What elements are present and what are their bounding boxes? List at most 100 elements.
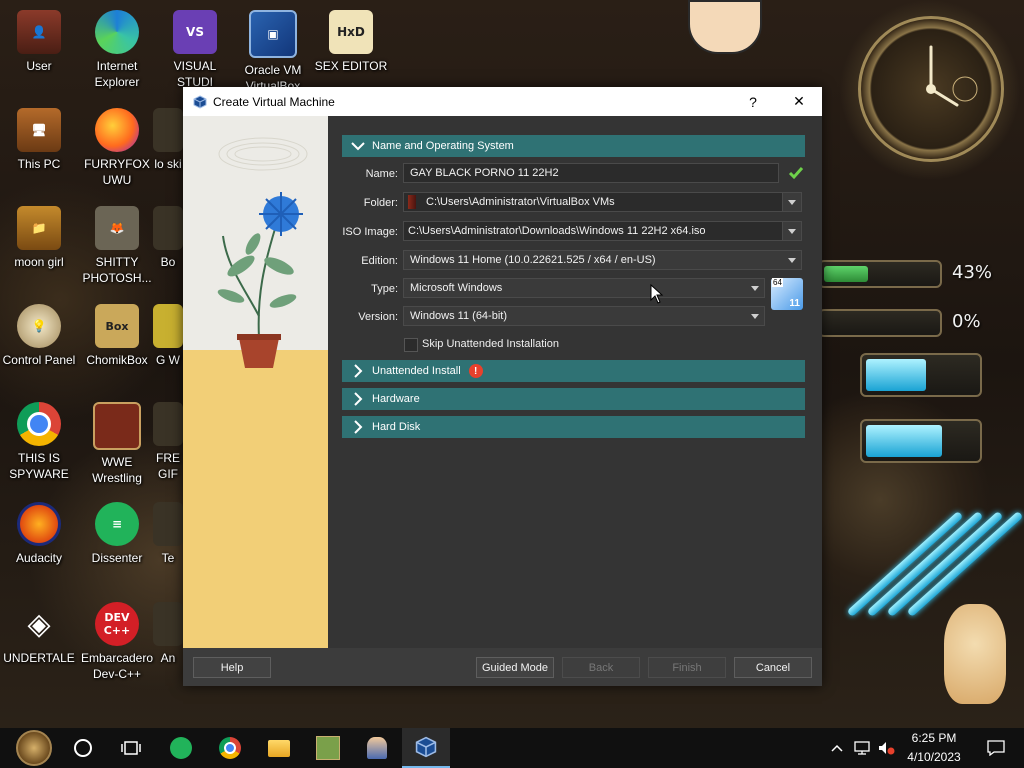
skip-unattended-checkbox[interactable]: [404, 338, 418, 352]
type-dropdown-button[interactable]: [746, 279, 764, 297]
section-name-and-os[interactable]: Name and Operating System: [342, 135, 805, 157]
mouse-cursor-icon: [650, 284, 664, 304]
chevron-right-icon: [348, 389, 368, 409]
folder-combo[interactable]: C:\Users\Administrator\VirtualBox VMs: [403, 192, 802, 212]
type-value: Microsoft Windows: [410, 282, 503, 294]
search-circle-icon: [74, 739, 92, 757]
context-help-button[interactable]: ?: [731, 87, 775, 116]
clock-time[interactable]: 6:25 PM: [902, 731, 966, 745]
app-icon: [153, 402, 183, 446]
desktop-icon-internet-explorer[interactable]: Internet Explorer: [78, 10, 156, 90]
desktop-icon-label: Dissenter: [91, 551, 143, 565]
desktop-icon-label: Embarcadero Dev-C++: [80, 651, 154, 681]
task-view-button[interactable]: [107, 728, 155, 768]
desktop-icon-partial-te[interactable]: Te: [148, 502, 188, 566]
task-view-icon: [121, 741, 141, 755]
search-button[interactable]: [59, 728, 107, 768]
app-icon: [153, 206, 183, 250]
chevron-down-icon: [788, 199, 796, 205]
valid-check-icon: [788, 167, 804, 180]
taskbar-virtualbox[interactable]: [402, 728, 450, 768]
desktop-icon-user[interactable]: 👤 User: [0, 10, 78, 74]
edition-value: Windows 11 Home (10.0.22621.525 / x64 / …: [410, 254, 656, 266]
taskbar-chrome[interactable]: [206, 728, 254, 768]
desktop-icon-partial-lo[interactable]: lo ski: [148, 108, 188, 172]
desktop-icon-partial-g[interactable]: G W: [148, 304, 188, 368]
desktop-icon-label: SEX EDITOR: [314, 59, 388, 73]
version-dropdown-button[interactable]: [746, 307, 764, 325]
edition-combo[interactable]: Windows 11 Home (10.0.22621.525 / x64 / …: [403, 250, 802, 270]
taskbar-game-app[interactable]: [304, 728, 352, 768]
name-field[interactable]: GAY BLACK PORNO 11 22H2: [403, 163, 779, 183]
desktop-icon-hxd[interactable]: HxD SEX EDITOR: [312, 10, 390, 74]
chevron-down-icon: [788, 228, 796, 234]
notification-center-button[interactable]: [976, 728, 1016, 768]
desktop-icon-label: WWE Wrestling: [92, 455, 142, 485]
wizard-content: Name and Operating System Name: GAY BLAC…: [328, 116, 822, 648]
desktop-icon-undertale[interactable]: ◈ UNDERTALE: [0, 602, 78, 666]
desktop-icon-moon-girl[interactable]: 📁 moon girl: [0, 206, 78, 270]
desktop-icon-label: Internet Explorer: [94, 59, 140, 89]
close-button[interactable]: ✕: [777, 87, 821, 116]
folder-dropdown-button[interactable]: [782, 193, 801, 211]
taskbar-file-explorer[interactable]: [255, 728, 303, 768]
type-combo[interactable]: Microsoft Windows: [403, 278, 765, 298]
section-label: Hard Disk: [372, 421, 421, 433]
desktop-icon-control-panel[interactable]: 💡 Control Panel: [0, 304, 78, 368]
desktop-icon-gimp[interactable]: 🦊 SHITTY PHOTOSH...: [78, 206, 156, 286]
section-hard-disk[interactable]: Hard Disk: [342, 416, 805, 438]
cancel-button[interactable]: Cancel: [734, 657, 812, 678]
type-label: Type:: [371, 283, 398, 295]
desktop-icon-partial-fre[interactable]: FRE GIF: [148, 402, 188, 482]
chevron-up-icon: [831, 744, 843, 752]
tray-overflow-button[interactable]: [826, 728, 848, 768]
desktop-icon-virtualbox[interactable]: ▣ Oracle VM VirtualBox: [234, 10, 312, 94]
section-unattended-install[interactable]: Unattended Install !: [342, 360, 805, 382]
desktop-icon-label: G W: [156, 353, 180, 367]
chevron-right-icon: [348, 361, 368, 381]
desktop-icon-partial-an[interactable]: An: [148, 602, 188, 666]
edition-dropdown-button[interactable]: [783, 251, 801, 269]
desktop-icon-devcpp[interactable]: DEV C++ Embarcadero Dev-C++: [78, 602, 156, 682]
desktop-icon-dissenter[interactable]: ≡ Dissenter: [78, 502, 156, 566]
iso-image-combo[interactable]: C:\Users\Administrator\Downloads\Windows…: [403, 221, 802, 241]
guided-mode-button[interactable]: Guided Mode: [476, 657, 554, 678]
desktop-icon-this-pc[interactable]: 🖥 This PC: [0, 108, 78, 172]
taskbar-person-app[interactable]: [353, 728, 401, 768]
desktop-icon-visual-studio[interactable]: VS VISUAL STUDI: [156, 10, 234, 90]
finish-button[interactable]: Finish: [648, 657, 726, 678]
section-hardware[interactable]: Hardware: [342, 388, 805, 410]
tray-network[interactable]: [850, 728, 874, 768]
windows-11-os-icon: 64 11: [771, 278, 803, 310]
tray-volume[interactable]: [874, 728, 898, 768]
version-combo[interactable]: Windows 11 (64-bit): [403, 306, 765, 326]
desktop-icon-label: SHITTY PHOTOSH...: [82, 255, 152, 285]
devcpp-icon: DEV C++: [95, 602, 139, 646]
desktop-icon-partial-bo[interactable]: Bo: [148, 206, 188, 270]
control-panel-icon: 💡: [17, 304, 61, 348]
desktop-icon-wwe[interactable]: WWE Wrestling: [78, 402, 156, 486]
visual-studio-icon: VS: [173, 10, 217, 54]
chrome-icon: [219, 737, 241, 759]
taskbar-dissenter[interactable]: [157, 728, 205, 768]
desktop-icon-firefox[interactable]: FURRYFOX UWU: [78, 108, 156, 188]
os-bits-label: 64: [772, 278, 783, 287]
edition-label: Edition:: [361, 255, 398, 267]
blue-tube-1: [860, 353, 982, 397]
name-value: GAY BLACK PORNO 11 22H2: [410, 167, 559, 179]
desktop-icon-chrome[interactable]: THIS IS SPYWARE: [0, 402, 78, 482]
clock-date[interactable]: 4/10/2023: [902, 750, 966, 764]
back-button[interactable]: Back: [562, 657, 640, 678]
desktop-icon-label: User: [26, 59, 52, 73]
blue-tube-2: [860, 419, 982, 463]
start-button[interactable]: [10, 728, 58, 768]
desktop-icon-audacity[interactable]: Audacity: [0, 502, 78, 566]
game-app-icon: [316, 736, 340, 760]
version-label: Version:: [358, 311, 398, 323]
dialog-titlebar[interactable]: Create Virtual Machine ? ✕: [183, 87, 822, 116]
desktop-icon-chomikbox[interactable]: Box ChomikBox: [78, 304, 156, 368]
iso-dropdown-button[interactable]: [782, 222, 801, 240]
notification-icon: [987, 740, 1005, 756]
computer-icon: 🖥: [17, 108, 61, 152]
help-button[interactable]: Help: [193, 657, 271, 678]
